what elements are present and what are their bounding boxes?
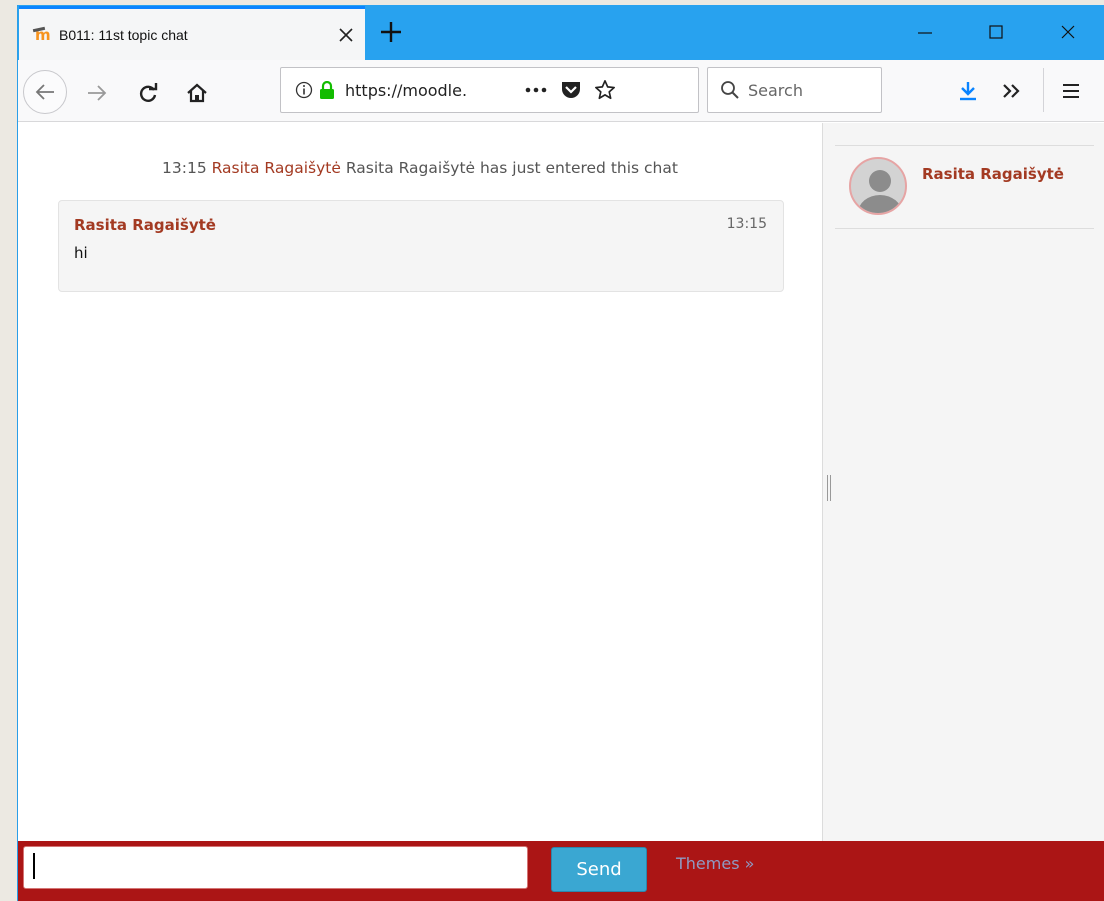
search-icon [720, 80, 740, 100]
close-window-icon[interactable] [1045, 15, 1091, 49]
overflow-chevron-icon[interactable] [996, 76, 1026, 106]
chat-input-bar: Send Themes » [18, 841, 1104, 901]
title-bar: m B011: 11st topic chat [18, 5, 1104, 60]
search-bar[interactable]: Search [707, 67, 882, 113]
search-placeholder[interactable]: Search [748, 81, 803, 100]
tab-title: B011: 11st topic chat [59, 26, 188, 43]
system-message: 13:15 Rasita Ragaišytė Rasita Ragaišytė … [18, 159, 822, 177]
minimize-icon[interactable] [902, 15, 948, 49]
resize-handle[interactable] [827, 475, 831, 501]
system-message-time: 13:15 [162, 159, 207, 177]
message-time: 13:15 [726, 216, 767, 232]
reload-icon[interactable] [133, 78, 163, 108]
pocket-icon[interactable] [560, 80, 582, 100]
message-input[interactable] [23, 846, 528, 889]
nav-toolbar: https://moodle. Search [18, 60, 1104, 122]
download-icon[interactable] [953, 76, 983, 106]
avatar[interactable] [849, 157, 907, 215]
user-list-name[interactable]: Rasita Ragaišytė [922, 161, 1082, 188]
send-button[interactable]: Send [551, 847, 647, 892]
maximize-icon[interactable] [973, 15, 1019, 49]
themes-link[interactable]: Themes » [676, 854, 754, 873]
chat-messages-area: 13:15 Rasita Ragaišytė Rasita Ragaišytė … [18, 123, 822, 841]
url-bar[interactable]: https://moodle. [280, 67, 699, 113]
forward-arrow-icon[interactable] [82, 78, 112, 108]
info-icon[interactable] [295, 81, 313, 99]
back-arrow-icon[interactable] [23, 70, 67, 114]
tab-close-icon[interactable] [333, 22, 359, 48]
system-message-text: Rasita Ragaišytė has just entered this c… [345, 159, 678, 177]
tab-active[interactable]: m B011: 11st topic chat [19, 6, 365, 60]
hamburger-menu-icon[interactable] [1056, 76, 1086, 106]
url-text[interactable]: https://moodle. [345, 81, 510, 100]
lock-icon[interactable] [319, 81, 335, 99]
chat-message: Rasita Ragaišytė 13:15 hi [58, 200, 784, 292]
chat-page: 13:15 Rasita Ragaišytė Rasita Ragaišytė … [18, 123, 1104, 841]
chat-users-sidebar: Rasita Ragaišytė [822, 123, 1104, 841]
message-text: hi [74, 244, 88, 262]
bookmark-star-icon[interactable] [594, 79, 616, 101]
toolbar-separator [1043, 68, 1044, 112]
browser-window: m B011: 11st topic chat https://moodle. … [17, 5, 1104, 901]
new-tab-icon[interactable] [376, 17, 406, 47]
message-author[interactable]: Rasita Ragaišytė [74, 216, 216, 234]
user-list-item[interactable]: Rasita Ragaišytė [835, 145, 1094, 229]
home-icon[interactable] [182, 78, 212, 108]
page-actions-icon[interactable] [524, 86, 548, 94]
moodle-favicon-icon: m [32, 26, 53, 44]
system-message-user[interactable]: Rasita Ragaišytė [212, 159, 341, 177]
